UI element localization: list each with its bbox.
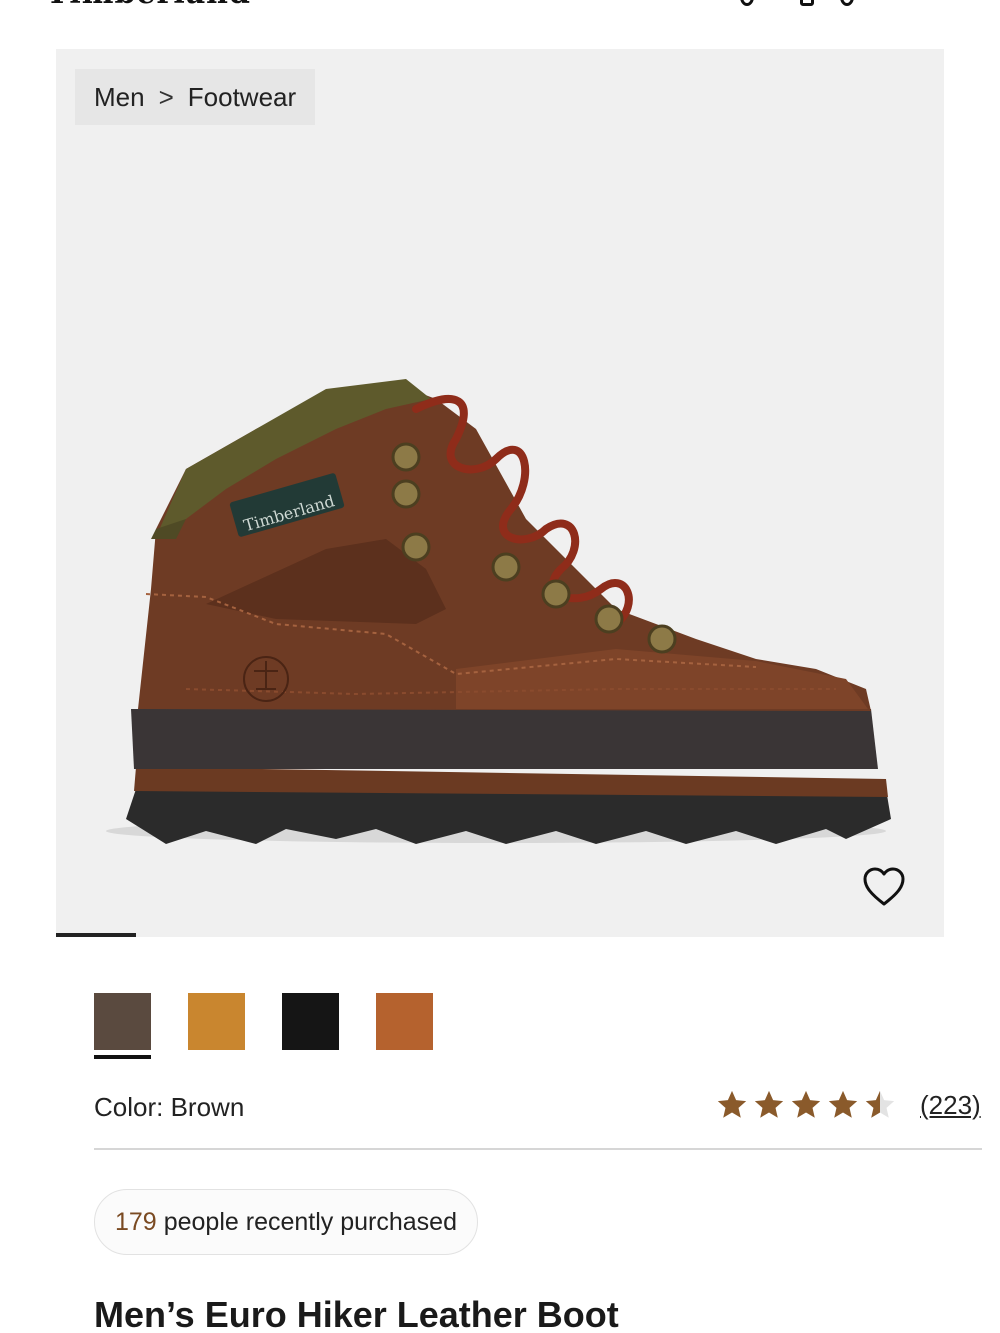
star-icon: [828, 1090, 858, 1118]
swatch-wheat[interactable]: [188, 993, 245, 1050]
swatch-rust[interactable]: [376, 993, 433, 1050]
divider: [94, 1148, 982, 1150]
selected-color: Color: Brown: [94, 1092, 244, 1123]
product-image-boot: Timberland: [106, 379, 891, 844]
purchase-count: 179: [115, 1207, 157, 1236]
recently-purchased-badge: 179 people recently purchased: [94, 1189, 478, 1255]
account-icon[interactable]: [840, 0, 854, 6]
search-icon[interactable]: [740, 0, 754, 6]
heart-icon[interactable]: [861, 864, 907, 910]
breadcrumb-separator: >: [158, 81, 174, 112]
swatch-brown[interactable]: [94, 993, 151, 1059]
review-count-link[interactable]: (223): [920, 1090, 981, 1121]
breadcrumb: Men > Footwear: [75, 69, 316, 125]
color-value: Brown: [170, 1092, 245, 1122]
brand-logo[interactable]: Timberland: [46, 0, 251, 11]
product-gallery[interactable]: Timberland Men > Footwear: [56, 49, 944, 937]
purchase-text: people recently purchased: [163, 1207, 457, 1236]
product-title: Men’s Euro Hiker Leather Boot: [94, 1294, 619, 1333]
color-swatches: [94, 993, 433, 1059]
star-icon: [717, 1090, 747, 1118]
product-rating[interactable]: (223): [715, 1088, 981, 1122]
star-icon: [791, 1090, 821, 1118]
half-star-icon: [865, 1090, 895, 1118]
bag-icon[interactable]: [800, 0, 814, 6]
star-icon: [754, 1090, 784, 1118]
breadcrumb-item-footwear[interactable]: Footwear: [188, 82, 296, 113]
breadcrumb-item-men[interactable]: Men: [94, 82, 145, 113]
image-carousel-progress: [56, 933, 136, 937]
site-header: Timberland: [0, 0, 1000, 14]
color-label: Color:: [94, 1092, 164, 1122]
swatch-black[interactable]: [282, 993, 339, 1050]
